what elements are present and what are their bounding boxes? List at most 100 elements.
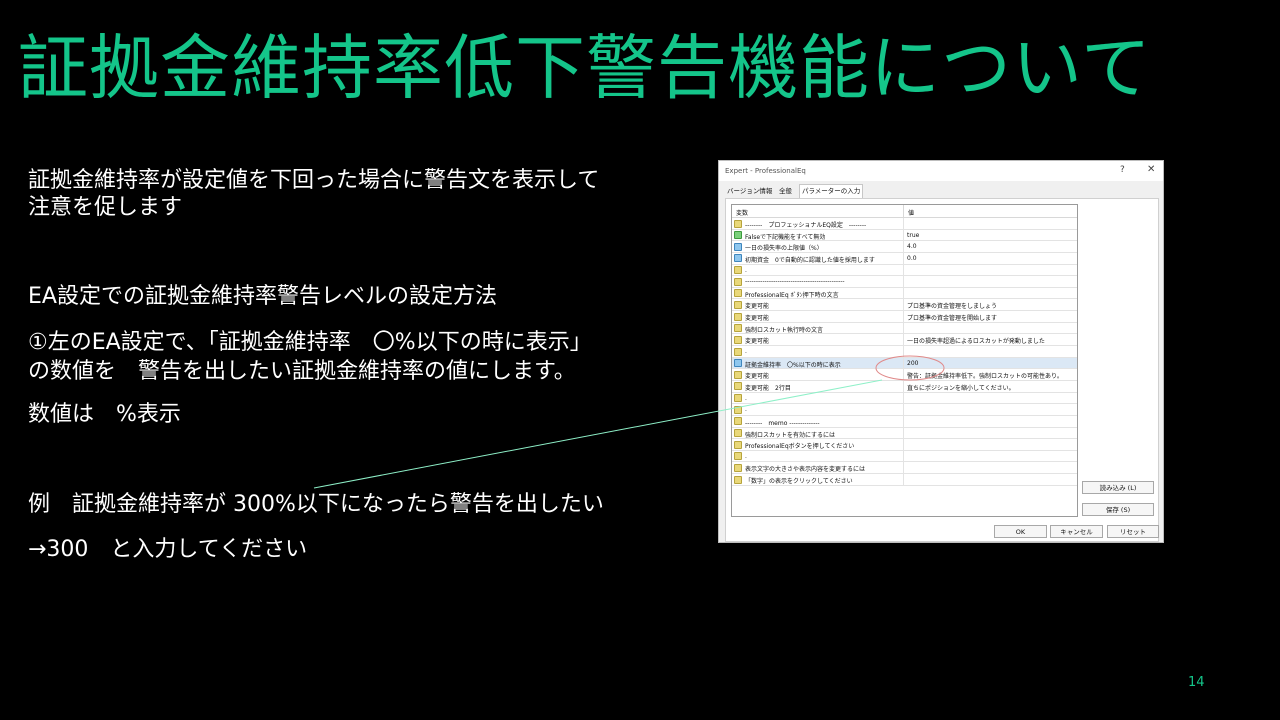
string-type-icon — [734, 266, 742, 275]
parameter-name: 強制ロスカット執行時の文言 — [745, 326, 824, 334]
table-row[interactable]: . — [732, 264, 1077, 277]
cell-divider — [903, 474, 904, 485]
example-input-line: →300 と入力してください — [28, 537, 308, 562]
parameter-name: . — [745, 394, 747, 402]
table-row[interactable]: . — [732, 404, 1077, 416]
table-row[interactable]: 変更可能 プロ基準の資金管理を開始します — [732, 311, 1077, 323]
parameter-name: ProfessionalEqボタンを押してください — [745, 443, 855, 451]
parameter-name: 変更可能 — [745, 338, 770, 346]
page-number: 14 — [1188, 675, 1205, 690]
table-row[interactable]: 変更可能 一日の損失率超過によるロスカットが発動しました — [732, 334, 1077, 347]
dialog-titlebar: Expert - ProfessionalEq ? ✕ — [719, 161, 1163, 181]
tab-parameters[interactable]: パラメーターの入力 — [799, 184, 864, 199]
tab-version-info[interactable]: バージョン情報 — [725, 185, 774, 198]
table-row[interactable]: . — [732, 450, 1077, 463]
table-row[interactable]: 変更可能 2行目 直ちにポジションを縮小してください。 — [732, 380, 1077, 393]
table-row[interactable]: 一日の損失率の上限値（%） 4.0 — [732, 241, 1077, 253]
cell-divider — [903, 427, 904, 439]
table-row[interactable]: 表示文字の大きさや表示内容を変更するには — [732, 462, 1077, 475]
table-row[interactable]: -------- プロフェッショナルEQ設定 -------- — [732, 218, 1077, 230]
table-row[interactable]: . — [732, 392, 1077, 405]
parameter-name: 初期資金 0で自動的に認識した値を採用します — [745, 256, 875, 264]
cell-divider — [903, 311, 904, 322]
parameter-name: 証拠金維持率 〇%以下の時に表示 — [745, 361, 841, 369]
unit-note: 数値は %表示 — [28, 402, 181, 427]
method-heading: EA設定での証拠金維持率警告レベルの設定方法 — [28, 284, 497, 309]
slide-title: 証拠金維持率低下警告機能について — [18, 27, 1152, 109]
parameter-name: . — [745, 406, 747, 414]
column-variable: 変数 — [736, 210, 749, 217]
cancel-button[interactable]: キャンセル — [1050, 525, 1103, 538]
parameter-name: . — [745, 348, 747, 356]
table-row[interactable]: 強制ロスカットを有効にするには — [732, 427, 1077, 440]
parameter-name: 変更可能 — [745, 315, 770, 323]
step-line-1: ①左のEA設定で、「証拠金維持率 〇%以下の時に表示」 — [28, 330, 592, 355]
cell-divider — [903, 287, 904, 299]
table-row[interactable]: 強制ロスカット執行時の文言 — [732, 322, 1077, 335]
table-row[interactable]: 初期資金 0で自動的に認識した値を採用します 0.0 — [732, 252, 1077, 265]
parameter-name: 「数字」の表示をクリックしてください — [745, 478, 853, 486]
string-type-icon — [734, 335, 742, 344]
cell-divider — [903, 252, 904, 264]
table-row[interactable]: 「数字」の表示をクリックしてください — [732, 474, 1077, 486]
parameter-value[interactable]: true — [907, 232, 919, 239]
parameter-value[interactable]: 200 — [907, 360, 918, 367]
table-row[interactable]: -------- memo -------------- — [732, 415, 1077, 428]
cell-divider — [903, 346, 904, 357]
string-type-icon — [734, 440, 742, 449]
string-type-icon — [734, 324, 742, 333]
reset-button[interactable]: リセット — [1107, 525, 1159, 538]
table-row[interactable]: 証拠金維持率 〇%以下の時に表示 200 — [732, 357, 1077, 370]
cell-divider — [903, 299, 904, 311]
parameter-value[interactable]: 警告：証拠金維持率低下。強制ロスカットの可能性あり。 — [907, 371, 1063, 380]
parameter-value[interactable]: プロ基準の資金管理を開始します — [907, 313, 997, 322]
cell-divider — [903, 415, 904, 427]
parameter-value[interactable]: プロ基準の資金管理をしましょう — [907, 301, 997, 310]
table-row[interactable]: ProfessionalEqボタンを押してください — [732, 439, 1077, 451]
ok-button[interactable]: OK — [994, 525, 1047, 538]
help-icon[interactable]: ? — [1120, 165, 1125, 175]
cell-divider — [903, 380, 904, 392]
cell-divider — [903, 276, 904, 287]
string-type-icon — [734, 405, 742, 414]
save-button[interactable]: 保存 (S) — [1082, 503, 1154, 516]
cell-divider — [903, 462, 904, 474]
expert-settings-dialog: Expert - ProfessionalEq ? ✕ バージョン情報 全般 パ… — [718, 160, 1164, 543]
cell-divider — [903, 334, 904, 346]
table-row[interactable]: Falseで下記機能をすべて無効 true — [732, 229, 1077, 242]
close-icon[interactable]: ✕ — [1147, 164, 1155, 175]
parameter-rows: -------- プロフェッショナルEQ設定 -------- Falseで下記機… — [732, 218, 1077, 486]
table-row[interactable]: 変更可能 プロ基準の資金管理をしましょう — [732, 299, 1077, 312]
parameter-name: 表示文字の大きさや表示内容を変更するには — [745, 466, 866, 474]
parameter-name: -------- プロフェッショナルEQ設定 -------- — [745, 222, 867, 229]
string-type-icon — [734, 475, 742, 484]
parameter-value[interactable]: 4.0 — [907, 243, 917, 250]
intro-line-2: 注意を促します — [28, 195, 183, 220]
parameter-name: . — [745, 452, 747, 460]
tab-general[interactable]: 全般 — [777, 185, 794, 198]
boolean-type-icon — [734, 231, 742, 240]
numeric-type-icon — [734, 359, 742, 368]
parameter-name: ProfessionalEq ﾎﾞﾀﾝ押下時の文言 — [745, 291, 839, 299]
cell-divider — [903, 241, 904, 252]
string-type-icon — [734, 452, 742, 461]
parameter-value[interactable]: 直ちにポジションを縮小してください。 — [907, 383, 1015, 392]
load-button[interactable]: 読み込み (L) — [1082, 481, 1154, 494]
cell-divider — [903, 264, 904, 276]
parameter-value[interactable]: 一日の損失率超過によるロスカットが発動しました — [907, 336, 1045, 345]
table-row[interactable]: . — [732, 346, 1077, 358]
table-row[interactable]: ProfessionalEq ﾎﾞﾀﾝ押下時の文言 — [732, 287, 1077, 300]
parameter-value[interactable]: 0.0 — [907, 255, 917, 262]
cell-divider — [903, 450, 904, 462]
parameter-name: 変更可能 2行目 — [745, 384, 791, 392]
parameter-name: . — [745, 266, 747, 274]
column-value: 値 — [908, 210, 915, 217]
table-row[interactable]: 変更可能 警告：証拠金維持率低下。強制ロスカットの可能性あり。 — [732, 369, 1077, 381]
string-type-icon — [734, 429, 742, 438]
cell-divider — [903, 369, 904, 380]
table-row[interactable]: ----------------------------------------… — [732, 276, 1077, 288]
string-type-icon — [734, 312, 742, 321]
string-type-icon — [734, 300, 742, 309]
step-line-2: の数値を 警告を出したい証拠金維持率の値にします。 — [28, 359, 576, 384]
parameter-name: -------- memo -------------- — [745, 419, 820, 427]
